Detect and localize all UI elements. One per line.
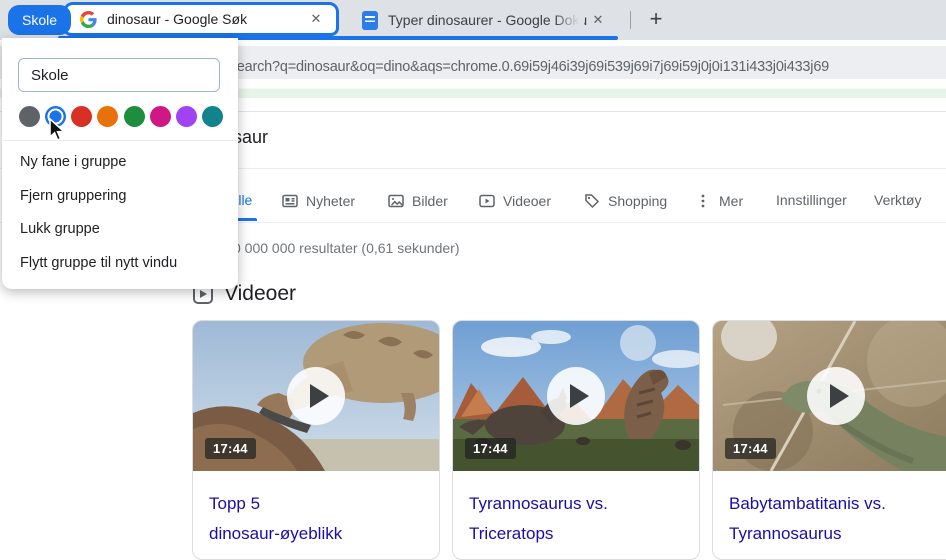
nav-label: Innstillinger <box>776 192 847 208</box>
color-green-swatch[interactable] <box>123 106 145 127</box>
nav-label: Videoer <box>503 193 552 209</box>
new-tab-button[interactable]: + <box>641 4 671 34</box>
google-g-icon <box>80 10 97 28</box>
tab-separator <box>630 11 631 29</box>
color-cyan-swatch[interactable] <box>201 106 223 127</box>
news-icon <box>282 194 298 208</box>
video-title[interactable]: Topp 5 dinosaur-øyeblikk <box>193 471 439 549</box>
color-orange-swatch[interactable] <box>97 106 119 127</box>
link-verktoy[interactable]: Verktøy <box>874 192 921 208</box>
video-thumbnail[interactable]: 17:44 <box>193 321 439 471</box>
tab-strip: Skole dinosaur - Google Søk ✕ Typer dino… <box>0 0 946 40</box>
video-thumbnail[interactable]: 17:44 <box>713 321 946 471</box>
url-text: m/search?q=dinosaur&oq=dino&aqs=chrome.0… <box>214 59 830 75</box>
result-stats: 0 000 000 resultater (0,61 sekunder) <box>233 240 460 256</box>
color-grey-swatch[interactable] <box>19 106 40 127</box>
menu-item-new-tab-in-group[interactable]: Ny fane i gruppe <box>2 146 238 180</box>
nav-label: Mer <box>719 193 744 209</box>
tag-icon <box>585 194 600 209</box>
video-title-line2: dinosaur-øyeblikk <box>209 524 343 543</box>
video-icon <box>479 194 495 208</box>
tab-title: Typer dinosaurer - Google Dokum <box>388 12 588 28</box>
tab-shopping[interactable]: Shopping <box>583 192 667 210</box>
play-button-icon[interactable] <box>287 367 345 425</box>
color-red-swatch[interactable] <box>71 106 93 127</box>
video-card[interactable]: 17:44 Topp 5 dinosaur-øyeblikk <box>192 320 440 560</box>
video-title[interactable]: Tyrannosaurus vs. Triceratops <box>453 471 699 549</box>
close-icon[interactable]: ✕ <box>306 11 326 27</box>
mouse-cursor <box>49 118 67 142</box>
color-purple-swatch[interactable] <box>175 106 197 127</box>
tab-group-menu: Ny fane i gruppe Fjern gruppering Lukk g… <box>2 38 238 289</box>
tab-dinosaur-search[interactable]: dinosaur - Google Søk ✕ <box>63 2 339 36</box>
image-icon <box>388 194 404 208</box>
nav-label: Nyheter <box>306 193 356 209</box>
tab-nyheter[interactable]: Nyheter <box>281 192 355 210</box>
menu-item-move-group-to-new-window[interactable]: Flytt gruppe til nytt vindu <box>2 247 238 281</box>
nav-label: Verktøy <box>874 192 922 208</box>
video-card[interactable]: 17:44 Babytambatitanis vs. Tyrannosaurus <box>712 320 946 560</box>
nav-label: Shopping <box>608 193 668 209</box>
video-title-line1: Tyrannosaurus vs. <box>469 494 608 513</box>
video-duration: 17:44 <box>465 438 516 459</box>
more-dots-icon <box>701 194 705 208</box>
video-title-line1: Topp 5 <box>209 494 261 513</box>
video-title-line2: Triceratops <box>469 524 554 543</box>
color-pink-swatch[interactable] <box>149 106 171 127</box>
nav-label: Bilder <box>412 193 448 209</box>
video-duration: 17:44 <box>205 438 256 459</box>
menu-item-ungroup[interactable]: Fjern gruppering <box>2 180 238 214</box>
video-title-line1: Babytambatitanis vs. <box>729 494 886 513</box>
close-icon[interactable]: ✕ <box>588 12 608 28</box>
tab-mer[interactable]: Mer <box>694 192 743 210</box>
google-docs-icon <box>362 10 378 30</box>
tab-typer-dinosaurer[interactable]: Typer dinosaurer - Google Dokum ✕ <box>346 0 618 40</box>
video-card[interactable]: 17:44 Tyrannosaurus vs. Triceratops <box>452 320 700 560</box>
menu-items: Ny fane i gruppe Fjern gruppering Lukk g… <box>2 146 238 280</box>
video-title[interactable]: Babytambatitanis vs. Tyrannosaurus <box>713 471 946 549</box>
tab-videoer[interactable]: Videoer <box>478 192 551 210</box>
tab-title: dinosaur - Google Søk <box>107 11 248 27</box>
video-duration: 17:44 <box>725 438 776 459</box>
video-thumbnail[interactable]: 17:44 <box>453 321 699 471</box>
tab-bilder[interactable]: Bilder <box>387 192 448 210</box>
play-button-icon[interactable] <box>807 367 865 425</box>
play-button-icon[interactable] <box>547 367 605 425</box>
menu-divider <box>2 140 238 141</box>
menu-item-close-group[interactable]: Lukk gruppe <box>2 213 238 247</box>
group-name-input[interactable] <box>18 58 220 92</box>
video-title-line2: Tyrannosaurus <box>729 524 842 543</box>
tab-group-label[interactable]: Skole <box>8 5 72 35</box>
link-innstillinger[interactable]: Innstillinger <box>776 192 847 208</box>
